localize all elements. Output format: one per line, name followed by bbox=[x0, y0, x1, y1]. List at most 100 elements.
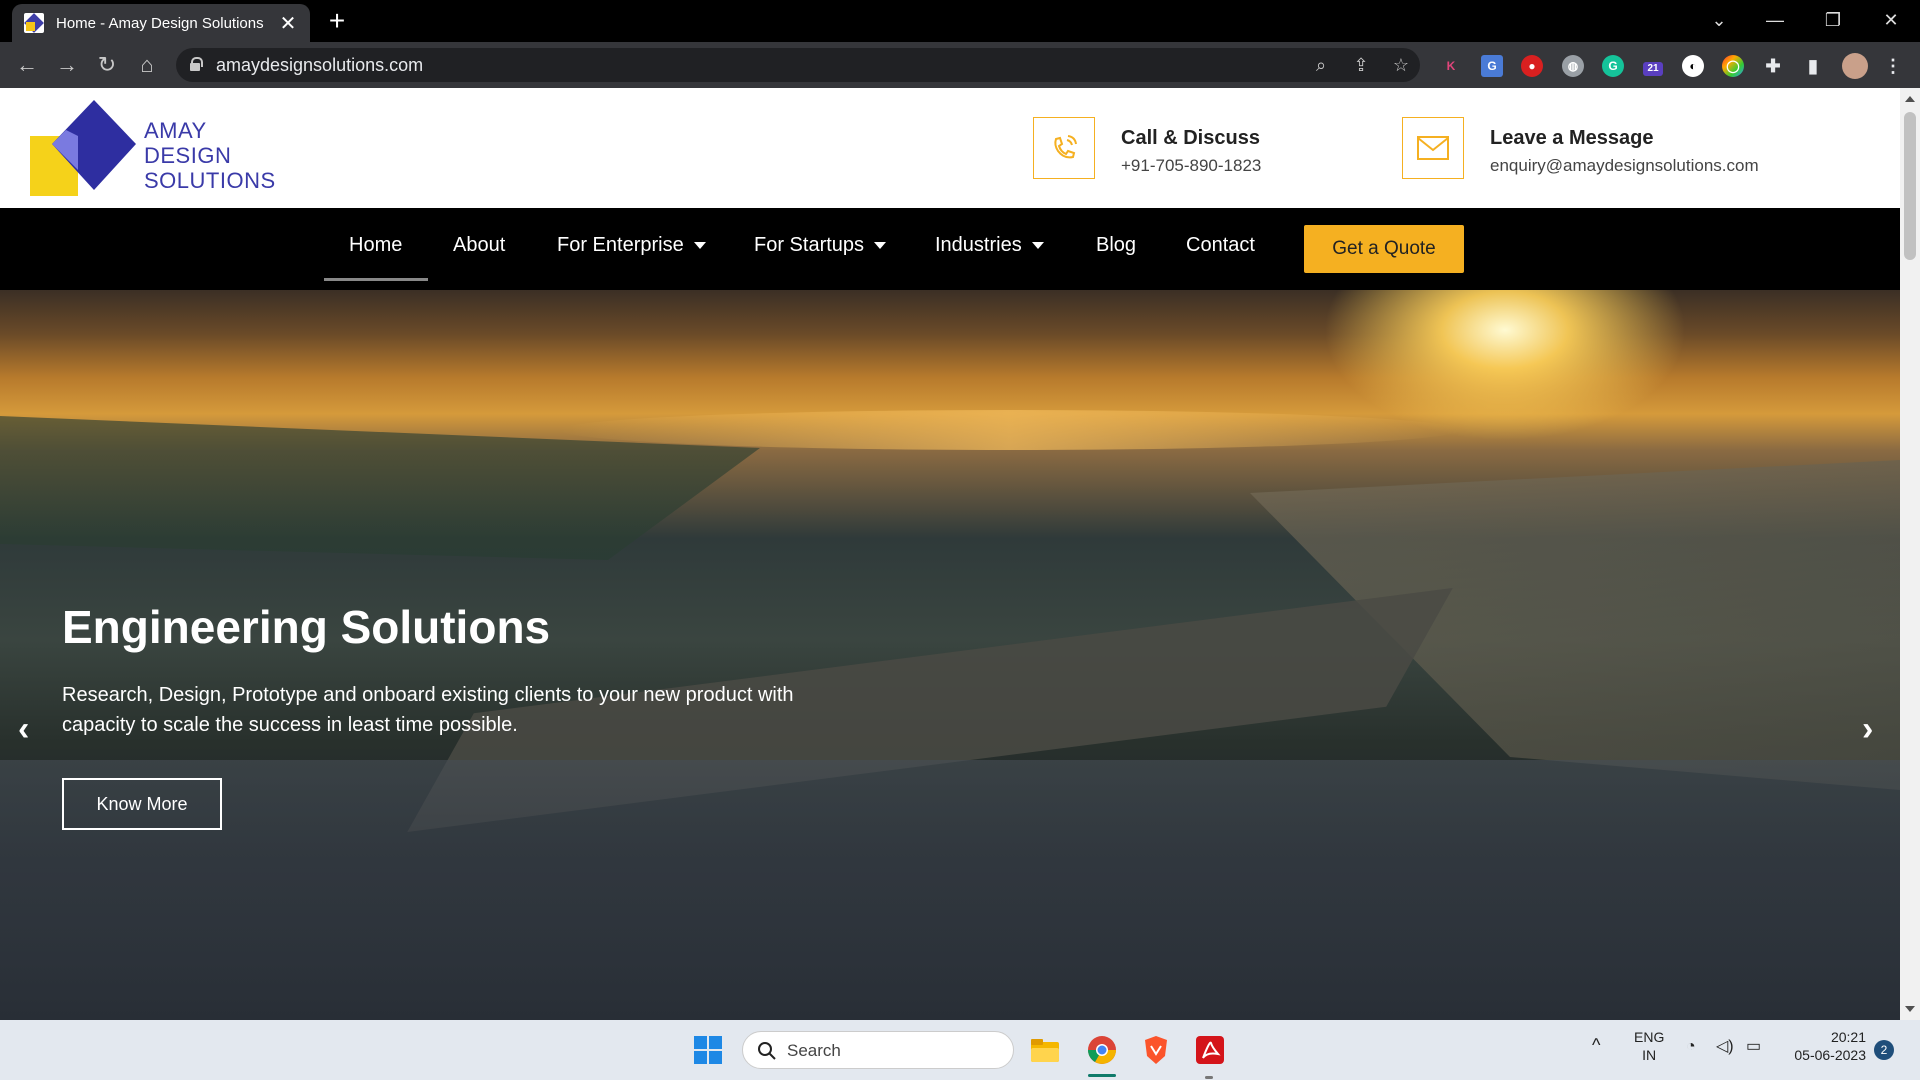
page-scrollbar[interactable] bbox=[1900, 88, 1920, 1020]
envelope-icon bbox=[1402, 117, 1464, 179]
know-more-button[interactable]: Know More bbox=[62, 778, 222, 830]
nav-item-contact[interactable]: Contact bbox=[1186, 234, 1255, 257]
url-text[interactable]: amaydesignsolutions.com bbox=[216, 55, 423, 76]
logo-text[interactable]: AMAY DESIGN SOLUTIONS bbox=[144, 118, 276, 193]
dropdown-caret-icon bbox=[1031, 242, 1044, 250]
tab-close-icon[interactable]: ✕ bbox=[278, 11, 298, 36]
logo-icon[interactable] bbox=[30, 98, 138, 198]
clock-time: 20:21 bbox=[1830, 1029, 1866, 1045]
clock[interactable]: 20:21 05-06-2023 bbox=[1786, 1028, 1866, 1064]
globe-extension-icon[interactable]: ◍ bbox=[1562, 55, 1584, 77]
site-header: AMAY DESIGN SOLUTIONS Call & Discuss +91… bbox=[0, 88, 1900, 208]
call-contact-block[interactable]: Call & Discuss +91-705-890-1823 bbox=[1033, 117, 1261, 179]
logo-line-1: AMAY bbox=[144, 118, 207, 143]
tab-title: Home - Amay Design Solutions bbox=[56, 14, 264, 32]
back-icon[interactable]: ← bbox=[12, 50, 42, 80]
region-code: IN bbox=[1642, 1047, 1657, 1063]
call-phone-number[interactable]: +91-705-890-1823 bbox=[1121, 156, 1261, 176]
side-panel-icon[interactable]: ▮ bbox=[1802, 55, 1824, 77]
browser-toolbar: ← → ↻ ⌂ amaydesignsolutions.com ⌕ ⇪ ☆ K … bbox=[0, 42, 1920, 88]
show-hidden-icons-chevron-icon[interactable]: ^ bbox=[1592, 1036, 1600, 1054]
active-app-indicator bbox=[1088, 1074, 1116, 1077]
nav-label-home: Home bbox=[349, 234, 403, 256]
tab-search-icon[interactable]: ⌄ bbox=[1690, 0, 1748, 42]
open-app-indicator bbox=[1205, 1076, 1213, 1079]
brave-browser-icon[interactable] bbox=[1140, 1034, 1172, 1066]
forward-icon[interactable]: → bbox=[52, 50, 82, 80]
browser-menu-icon[interactable]: ⋮ bbox=[1882, 55, 1904, 77]
nav-item-blog[interactable]: Blog bbox=[1096, 234, 1136, 257]
nav-label-industries: Industries bbox=[935, 234, 1022, 256]
battery-icon[interactable]: ▭ bbox=[1746, 1038, 1761, 1056]
nav-label-about: About bbox=[453, 234, 506, 256]
hero-title: Engineering Solutions bbox=[62, 601, 551, 653]
reload-icon[interactable]: ↻ bbox=[92, 50, 122, 80]
taskbar-search-input[interactable]: Search bbox=[742, 1031, 1014, 1069]
hero-slider: Engineering Solutions Research, Design, … bbox=[0, 290, 1900, 1020]
nav-label-for-enterprise: For Enterprise bbox=[557, 234, 684, 256]
nav-label-contact: Contact bbox=[1186, 234, 1255, 256]
message-email[interactable]: enquiry@amaydesignsolutions.com bbox=[1490, 156, 1759, 176]
active-nav-indicator bbox=[324, 278, 428, 281]
extension-k-icon[interactable]: K bbox=[1440, 55, 1462, 77]
notification-badge[interactable]: 2 bbox=[1874, 1040, 1894, 1060]
minimize-button[interactable]: — bbox=[1746, 0, 1804, 42]
input-language-indicator[interactable]: ENG IN bbox=[1634, 1028, 1664, 1064]
file-explorer-icon[interactable] bbox=[1029, 1034, 1061, 1066]
share-icon[interactable]: ⇪ bbox=[1348, 52, 1374, 78]
color-extension-icon[interactable]: ◯ bbox=[1722, 55, 1744, 77]
scroll-down-icon[interactable] bbox=[1905, 1006, 1915, 1012]
nav-label-blog: Blog bbox=[1096, 234, 1137, 256]
browser-tab[interactable]: Home - Amay Design Solutions ✕ bbox=[12, 4, 310, 42]
scrollbar-thumb[interactable] bbox=[1904, 112, 1916, 260]
calendar-extension-badge[interactable]: 21 bbox=[1643, 62, 1663, 76]
message-title: Leave a Message bbox=[1490, 127, 1654, 149]
phone-icon bbox=[1033, 117, 1095, 179]
extension-red-icon[interactable]: ● bbox=[1521, 55, 1543, 77]
nav-item-for-startups[interactable]: For Startups bbox=[754, 234, 887, 257]
slider-prev-icon[interactable]: ‹ bbox=[18, 710, 29, 749]
chrome-icon[interactable] bbox=[1086, 1034, 1118, 1066]
main-navigation: Home About For Enterprise For Startups I… bbox=[0, 208, 1900, 290]
call-title: Call & Discuss bbox=[1121, 127, 1260, 149]
hero-description: Research, Design, Prototype and onboard … bbox=[62, 684, 794, 736]
message-contact-block[interactable]: Leave a Message enquiry@amaydesignsoluti… bbox=[1402, 117, 1759, 179]
lock-icon[interactable] bbox=[190, 57, 203, 71]
wifi-icon[interactable]: ◔ bbox=[1686, 1038, 1696, 1056]
nav-item-about[interactable]: About bbox=[453, 234, 505, 257]
logo-line-2: DESIGN bbox=[144, 143, 232, 168]
nav-item-for-enterprise[interactable]: For Enterprise bbox=[557, 234, 706, 257]
profile-avatar[interactable] bbox=[1842, 53, 1868, 79]
new-tab-button[interactable]: + bbox=[322, 6, 352, 36]
extension-circle-icon[interactable]: ◐ bbox=[1682, 55, 1704, 77]
close-window-button[interactable]: ✕ bbox=[1862, 0, 1920, 42]
home-icon[interactable]: ⌂ bbox=[132, 50, 162, 80]
grammarly-extension-icon[interactable]: G bbox=[1602, 55, 1624, 77]
taskbar-search-placeholder: Search bbox=[787, 1041, 841, 1060]
nav-item-industries[interactable]: Industries bbox=[935, 234, 1044, 257]
restore-button[interactable]: ❐ bbox=[1804, 0, 1862, 42]
hero-background-image bbox=[560, 410, 1460, 450]
windows-taskbar: Search ^ ENG IN ◔ ◁) ▭ 20:21 05-06-2023 … bbox=[0, 1020, 1920, 1080]
extensions-puzzle-icon[interactable]: ✚ bbox=[1762, 55, 1784, 77]
web-page: AMAY DESIGN SOLUTIONS Call & Discuss +91… bbox=[0, 88, 1900, 1020]
clock-date: 05-06-2023 bbox=[1794, 1047, 1866, 1063]
acrobat-reader-icon[interactable] bbox=[1194, 1034, 1226, 1066]
hero-background-image bbox=[0, 760, 1900, 1020]
site-favicon-icon bbox=[24, 13, 44, 33]
volume-icon[interactable]: ◁) bbox=[1716, 1038, 1734, 1056]
nav-label-for-startups: For Startups bbox=[754, 234, 865, 256]
slider-next-icon[interactable]: › bbox=[1862, 710, 1873, 749]
get-quote-button[interactable]: Get a Quote bbox=[1304, 225, 1464, 273]
bookmark-star-icon[interactable]: ☆ bbox=[1388, 52, 1414, 78]
search-icon bbox=[758, 1042, 776, 1060]
language-code: ENG bbox=[1634, 1029, 1665, 1045]
translate-extension-icon[interactable]: G bbox=[1481, 55, 1503, 77]
address-bar[interactable]: amaydesignsolutions.com ⌕ ⇪ ☆ bbox=[176, 48, 1420, 82]
dropdown-caret-icon bbox=[693, 242, 706, 250]
zoom-search-icon[interactable]: ⌕ bbox=[1308, 52, 1334, 78]
windows-start-icon[interactable] bbox=[692, 1034, 724, 1066]
dropdown-caret-icon bbox=[874, 242, 887, 250]
nav-item-home[interactable]: Home bbox=[349, 234, 402, 257]
scroll-up-icon[interactable] bbox=[1905, 96, 1915, 102]
